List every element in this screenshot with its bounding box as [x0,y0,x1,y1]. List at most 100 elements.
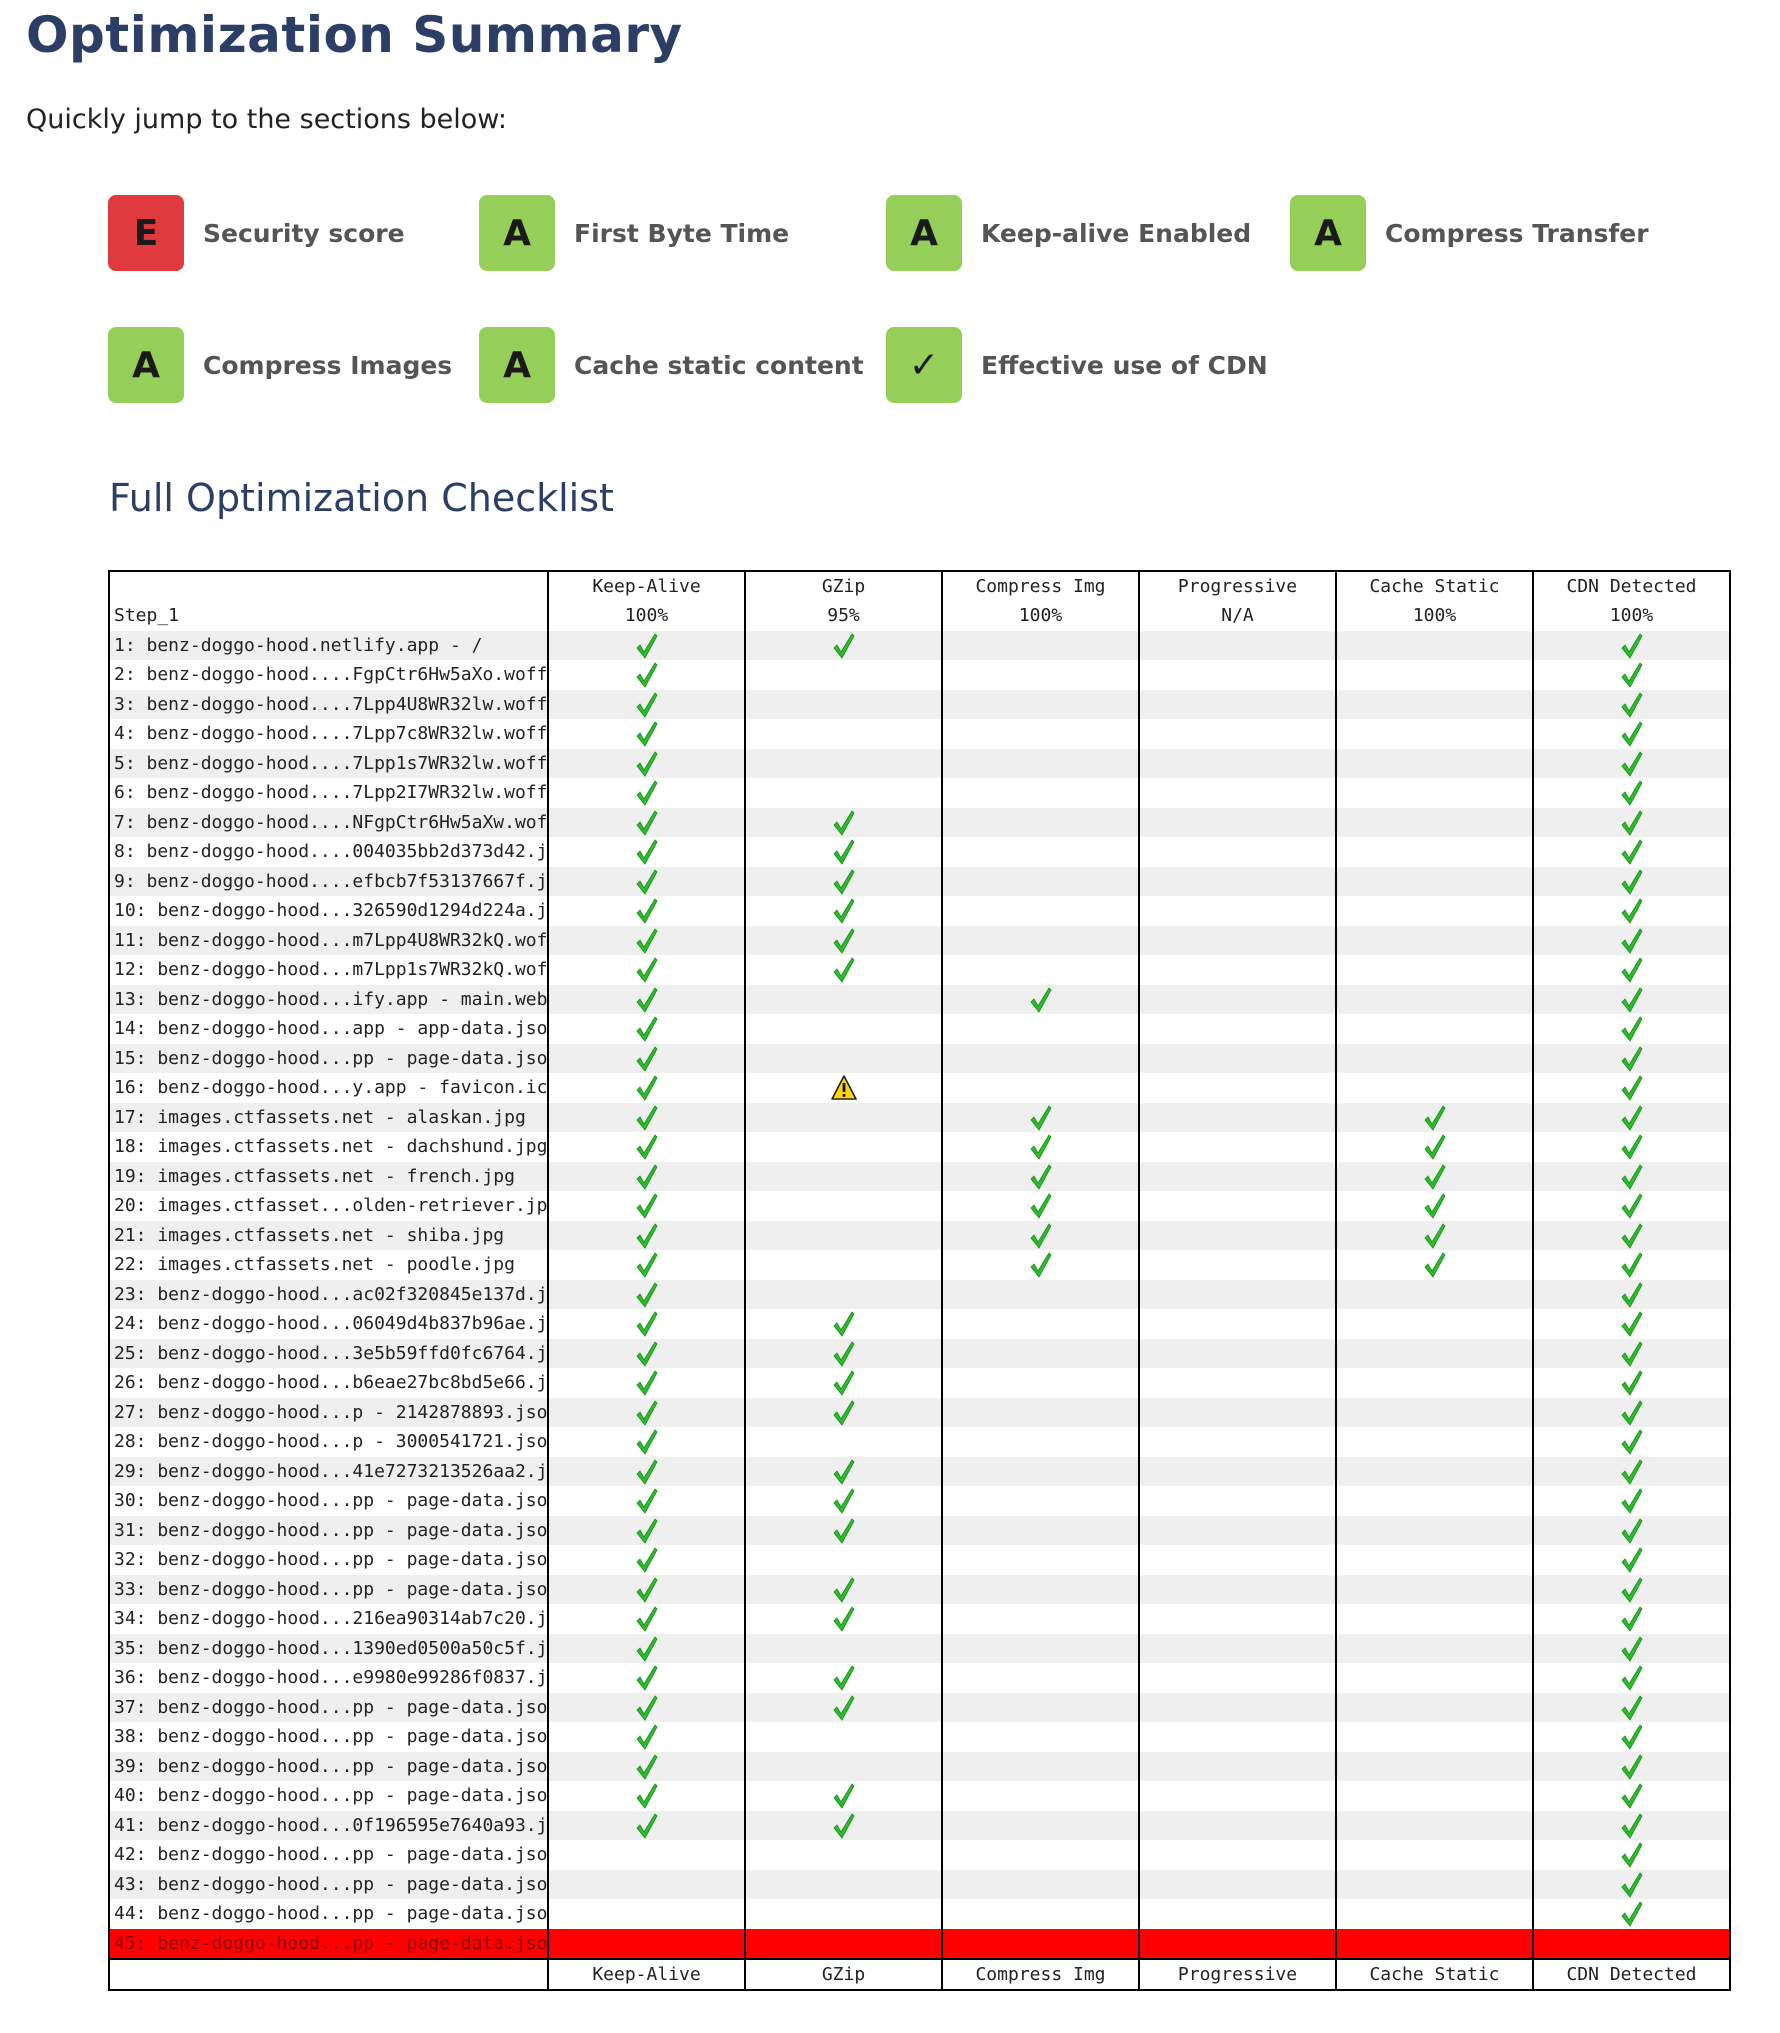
grade-keep-alive-enabled[interactable]: A Keep-alive Enabled [886,195,1251,271]
cell-gzip [745,1338,943,1368]
cell-compress-img [942,1515,1140,1545]
grade-effective-use-of-cdn[interactable]: ✓ Effective use of CDN [886,327,1268,403]
check-icon [1620,1193,1644,1219]
cell-progressive [1139,778,1337,808]
cell-cdn-detected [1533,1928,1730,1959]
check-icon [635,1075,659,1101]
cell-progressive [1139,1633,1337,1663]
cell-compress-img [942,925,1140,955]
check-icon [1620,1901,1644,1927]
check-icon [1620,1458,1644,1485]
column-footer-cdn-detected: CDN Detected [1533,1958,1730,1990]
table-row: 39: benz-doggo-hood...pp - page-data.jso… [109,1751,1730,1781]
grade-cache-static-content[interactable]: A Cache static content [479,327,864,403]
grade-security-score[interactable]: E Security score [108,195,405,271]
check-icon [832,1576,856,1603]
cell-cdn-detected [1533,1722,1730,1752]
check-icon [635,1399,659,1426]
score-gzip: 95% [745,601,943,631]
table-row: 5: benz-doggo-hood....7Lpp1s7WR32lw.woff… [109,748,1730,778]
table-row: 3: benz-doggo-hood....7Lpp4U8WR32lw.woff… [109,689,1730,719]
check-icon [1620,1842,1644,1868]
check-icon [1620,1517,1644,1544]
cell-keep-alive [548,955,746,985]
check-icon [635,1222,659,1249]
check-icon [635,1311,659,1337]
cell-cdn-detected [1533,837,1730,867]
check-icon [1620,1812,1644,1839]
request-name: 11: benz-doggo-hood...m7Lpp4U8WR32kQ.wof… [109,925,549,955]
request-name: 6: benz-doggo-hood....7Lpp2I7WR32lw.woff… [109,778,549,808]
check-icon [635,1753,659,1780]
cell-compress-img [942,1633,1140,1663]
cell-keep-alive [548,1515,746,1545]
cell-cdn-detected [1533,1810,1730,1840]
cell-keep-alive [548,1250,746,1280]
cell-progressive [1139,1102,1337,1132]
cell-keep-alive [548,1692,746,1722]
cell-cdn-detected [1533,807,1730,837]
cell-gzip [745,1220,943,1250]
cell-gzip [745,1456,943,1486]
cell-progressive [1139,1751,1337,1781]
grade-first-byte-time[interactable]: A First Byte Time [479,195,789,271]
cell-progressive [1139,1309,1337,1339]
optimization-summary-page: Optimization Summary Quickly jump to the… [0,0,1780,2033]
check-icon [832,632,856,659]
check-icon [832,1458,856,1485]
cell-keep-alive [548,630,746,660]
check-icon [635,1370,659,1396]
score-progressive: N/A [1139,601,1337,631]
check-icon [832,957,856,983]
grade-compress-images[interactable]: A Compress Images [108,327,452,403]
cell-cache-static [1336,1840,1534,1870]
cell-keep-alive [548,1191,746,1221]
check-icon [1620,1340,1644,1367]
cell-cdn-detected [1533,1102,1730,1132]
cell-gzip [745,630,943,660]
request-name: 42: benz-doggo-hood...pp - page-data.jso… [109,1840,549,1870]
cell-progressive [1139,660,1337,690]
cell-keep-alive [548,1161,746,1191]
check-icon [635,986,659,1013]
check-icon [1029,1163,1053,1190]
cell-compress-img [942,1250,1140,1280]
cell-cdn-detected [1533,1397,1730,1427]
cell-keep-alive [548,689,746,719]
request-name: 3: benz-doggo-hood....7Lpp4U8WR32lw.woff… [109,689,549,719]
cell-compress-img [942,837,1140,867]
table-row: 38: benz-doggo-hood...pp - page-data.jso… [109,1722,1730,1752]
check-icon [635,1635,659,1662]
check-icon [635,1547,659,1573]
request-name: 17: images.ctfassets.net - alaskan.jpg [109,1102,549,1132]
check-icon [635,750,659,777]
cell-compress-img [942,1043,1140,1073]
cell-cache-static [1336,1486,1534,1516]
check-icon [635,1458,659,1485]
cell-gzip [745,1751,943,1781]
check-icon [832,1783,856,1809]
cell-compress-img [942,1014,1140,1044]
cell-cache-static [1336,1928,1534,1959]
cell-progressive [1139,1515,1337,1545]
check-icon [635,1783,659,1809]
column-header-row: Keep-Alive GZip Compress Img Progressive… [109,571,1730,601]
check-icon [635,1724,659,1750]
cell-gzip [745,866,943,896]
column-footer-row: Keep-Alive GZip Compress Img Progressive… [109,1958,1730,1990]
check-icon [1620,986,1644,1013]
cell-progressive [1139,630,1337,660]
cell-progressive [1139,689,1337,719]
grade-badge: A [1290,195,1366,271]
check-icon [1620,1606,1644,1632]
grade-compress-transfer[interactable]: A Compress Transfer [1290,195,1649,271]
cell-gzip [745,778,943,808]
table-row: 6: benz-doggo-hood....7Lpp2I7WR32lw.woff… [109,778,1730,808]
cell-progressive [1139,1781,1337,1811]
request-name: 21: images.ctfassets.net - shiba.jpg [109,1220,549,1250]
grade-badge: ✓ [886,327,962,403]
cell-progressive [1139,1928,1337,1959]
cell-keep-alive [548,896,746,926]
cell-cdn-detected [1533,1309,1730,1339]
grade-label: Compress Transfer [1385,218,1649,248]
